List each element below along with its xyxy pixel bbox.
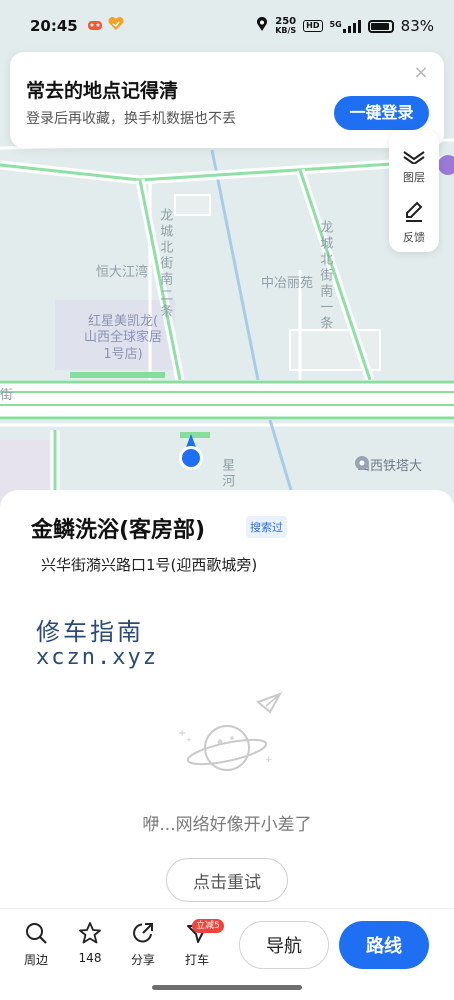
hd-badge: HD [303, 20, 323, 32]
one-click-login-button[interactable]: 一键登录 [334, 96, 429, 130]
layers-label: 图层 [403, 171, 425, 184]
taxi-promo-badge: 立减5 [192, 919, 224, 933]
nearby-button[interactable]: 周边 [18, 921, 54, 968]
network-error-message: 咿...网络好像开小差了 [142, 815, 312, 835]
favorite-button[interactable]: 148 [72, 921, 108, 965]
road-label-left: 龙城北街南二条 [157, 208, 173, 320]
share-button[interactable]: 分享 [125, 921, 161, 968]
navigate-button[interactable]: 导航 [239, 921, 329, 969]
game-app-icon [87, 17, 102, 35]
feedback-label: 反馈 [403, 231, 425, 244]
signal-icon: 5G [329, 19, 361, 33]
status-time: 20:45 [30, 17, 78, 35]
place-address: 兴华街漪兴路口1号(迎西歌城旁) [41, 556, 258, 574]
nearby-label: 周边 [23, 953, 48, 967]
svg-text:+: + [186, 736, 192, 744]
net-speed-unit: KB/S [275, 26, 297, 35]
location-icon [256, 16, 268, 36]
svg-text:+: + [265, 755, 273, 765]
poi-line-1: 红星美凯龙( [87, 314, 159, 329]
edit-icon [389, 200, 439, 227]
battery-icon [367, 19, 394, 33]
banner-subtitle: 登录后再收藏，换手机数据也不丢 [26, 111, 236, 127]
net-speed: 250 KB/S [275, 17, 296, 35]
watermark-cn: 修车指南 [36, 618, 144, 646]
share-label: 分享 [130, 953, 155, 967]
favorites-count: 148 [78, 951, 102, 965]
map-tools-panel: 图层 反馈 [389, 130, 439, 252]
search-icon [18, 921, 54, 948]
banner-title: 常去的地点记得清 [26, 80, 179, 102]
home-indicator[interactable] [152, 985, 302, 990]
poi-line-2: 山西全球家居 [83, 330, 162, 346]
poi-tieta[interactable]: 山西铁塔大 [354, 455, 422, 474]
retry-button[interactable]: 点击重试 [166, 858, 288, 902]
road-label-right: 龙城北街南一条 [317, 220, 333, 332]
star-icon [72, 921, 108, 948]
login-banner: 常去的地点记得清 登录后再收藏，换手机数据也不丢 一键登录 × [10, 52, 444, 148]
battery-percent: 83% [400, 17, 434, 35]
heart-app-icon [108, 16, 124, 35]
place-name: 金鳞洗浴(客房部) [31, 518, 206, 543]
feedback-button[interactable]: 反馈 [389, 200, 439, 245]
status-bar: 20:45 250 KB/S HD 5G 83% [0, 0, 454, 52]
planet-illustration-icon: + + + [170, 690, 290, 794]
layers-button[interactable]: 图层 [389, 148, 439, 185]
area-label-zhongye: 中冶丽苑 [261, 276, 314, 291]
close-icon[interactable]: × [412, 64, 430, 82]
network-type: 5G [329, 19, 342, 29]
layers-icon [389, 148, 439, 167]
poi-label-hongxing[interactable]: 红星美凯龙( 山西全球家居 1号店) [60, 314, 186, 363]
area-label-hengda: 恒大江湾 [96, 265, 149, 280]
road-label-bottom: 星河 [219, 458, 235, 490]
route-button[interactable]: 路线 [339, 921, 429, 969]
road-label-left-edge: 街 [0, 388, 14, 403]
watermark-en: xczn.xyz [36, 645, 158, 670]
watermark: 修车指南 xczn.xyz [36, 612, 158, 670]
share-icon [125, 921, 161, 948]
poi-line-3: 1号店) [103, 346, 143, 362]
searched-badge: 搜索过 [246, 516, 287, 538]
taxi-label: 打车 [184, 953, 209, 967]
